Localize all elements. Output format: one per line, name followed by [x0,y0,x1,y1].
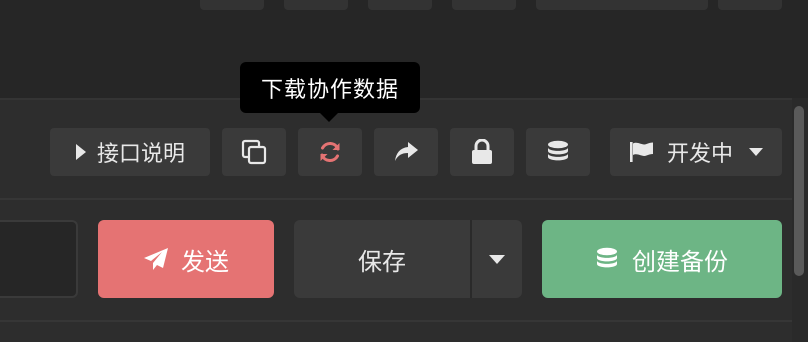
database-icon [548,140,568,161]
share-icon [395,142,418,161]
status-dropdown[interactable]: 开发中 [610,128,782,176]
scrollbar-thumb[interactable] [794,106,804,276]
chevron-down-icon [749,148,763,156]
url-input[interactable] [0,220,78,298]
save-label: 保存 [358,247,406,276]
tooltip-arrow [320,113,338,122]
create-backup-button[interactable]: 创建备份 [542,220,782,298]
top-button[interactable] [200,0,264,10]
api-doc-label: 接口说明 [96,142,185,167]
database-button[interactable] [526,128,590,176]
top-button[interactable] [452,0,516,10]
send-button[interactable]: 发送 [98,220,274,298]
chevron-down-icon [489,254,505,264]
sync-icon [320,141,340,163]
flag-icon [629,142,653,162]
top-button[interactable] [368,0,432,10]
save-button[interactable]: 保存 [294,220,470,298]
database-icon [597,247,617,268]
copy-button[interactable] [222,128,286,176]
toolbar-divider [0,198,792,200]
tooltip: 下载协作数据 [240,62,420,113]
caret-right-icon [75,144,86,160]
lock-icon [472,139,492,164]
copy-icon [241,139,267,165]
sync-button[interactable] [298,128,362,176]
send-label: 发送 [181,247,229,276]
create-backup-label: 创建备份 [632,247,728,276]
save-options-button[interactable] [472,220,522,298]
top-button[interactable] [284,0,348,10]
tooltip-text: 下载协作数据 [260,77,399,103]
top-button[interactable] [718,0,782,10]
paper-plane-icon [144,248,168,270]
top-button[interactable] [536,0,708,10]
actions-divider [0,320,792,322]
share-button[interactable] [374,128,438,176]
lock-button[interactable] [450,128,514,176]
api-doc-button[interactable]: 接口说明 [50,128,210,176]
status-label: 开发中 [666,142,733,167]
